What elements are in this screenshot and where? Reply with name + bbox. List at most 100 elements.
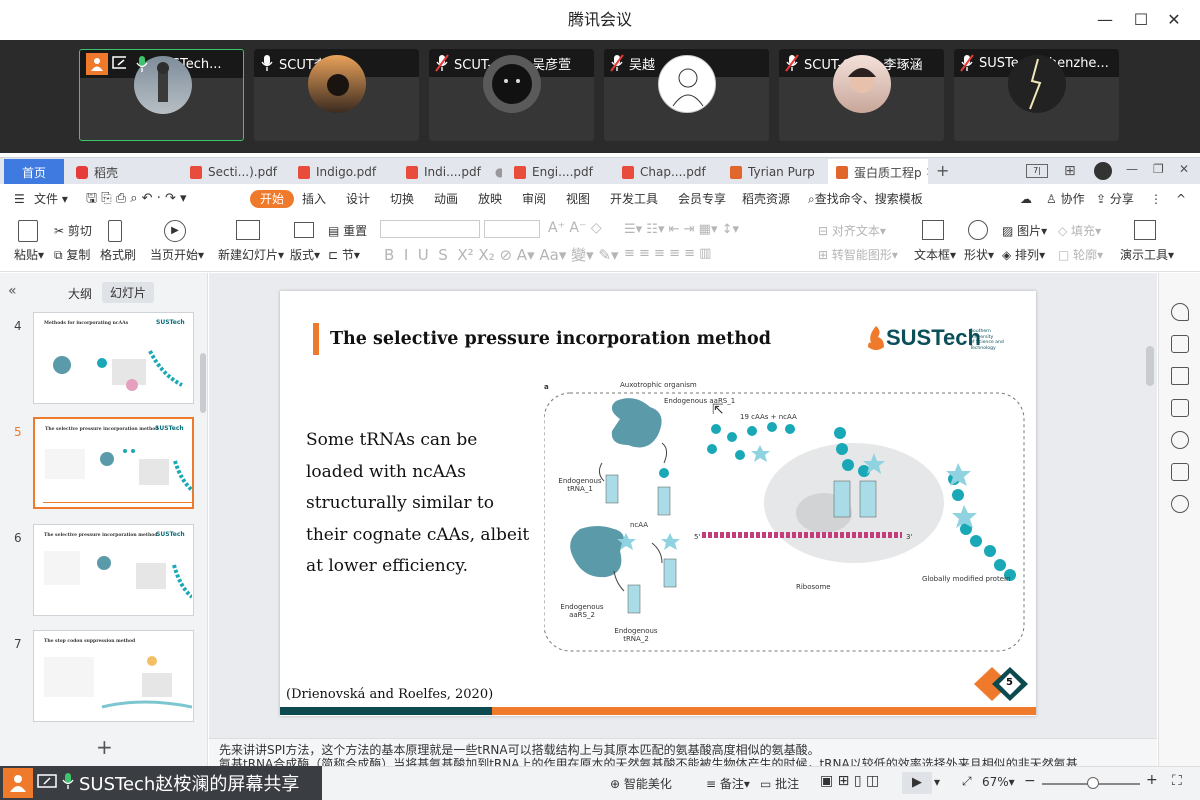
notes-toggle-button[interactable]: ≡ 备注▾ <box>706 775 750 792</box>
settings-icon[interactable] <box>1171 335 1189 353</box>
collapse-panel-icon[interactable]: « <box>8 283 17 299</box>
tab-document[interactable]: Tyrian Purp <box>722 159 824 185</box>
textbox-button[interactable]: 文本框▾ <box>914 246 956 263</box>
add-slide-button[interactable]: + <box>96 735 113 759</box>
participant-tile[interactable]: SUSTech... <box>79 49 244 141</box>
backup-icon[interactable] <box>1171 495 1189 513</box>
zoom-out-icon[interactable]: − <box>1024 773 1036 789</box>
share-button[interactable]: ⇪ 分享 <box>1096 184 1134 214</box>
slide[interactable]: The selective pressure incorporation met… <box>280 291 1036 716</box>
tab-document[interactable]: Chap....pdf <box>614 159 718 185</box>
menu-design[interactable]: 设计 <box>346 184 370 214</box>
minimize-icon[interactable]: — <box>1126 162 1138 176</box>
arrange-button[interactable]: ◈ 排列▾ <box>1002 246 1045 263</box>
menu-developer[interactable]: 开发工具 <box>610 184 658 214</box>
minimize-button[interactable]: — <box>1091 8 1119 32</box>
fullscreen-icon[interactable]: ⛶ <box>1172 773 1182 789</box>
participant-tile[interactable]: SCUT-China 李琢涵 <box>779 49 944 141</box>
tab-slides[interactable]: 幻灯片 <box>102 282 155 303</box>
menu-animation[interactable]: 动画 <box>434 184 458 214</box>
paragraph-align-icons[interactable]: ≡ ≡ ≡ ≡ ≡ ▥ <box>624 246 711 261</box>
font-size-select[interactable] <box>484 220 540 238</box>
font-style-icons[interactable]: B I U S X² X₂ ⊘ A▾ Aa▾ 變▾ ✎▾ <box>384 244 619 265</box>
slides-icon[interactable] <box>1171 399 1189 417</box>
menu-view[interactable]: 视图 <box>566 184 590 214</box>
collapse-ribbon-icon[interactable]: ^ <box>1176 184 1186 214</box>
tab-document[interactable]: Indi....pdf ● <box>398 159 502 185</box>
panel-scrollbar[interactable] <box>200 353 206 413</box>
menu-transition[interactable]: 切换 <box>390 184 414 214</box>
layout-icon[interactable]: 7| <box>1026 164 1048 178</box>
view-mode-icons[interactable]: ▣ ⊞ ▯ ◫ <box>820 773 879 789</box>
picture-button[interactable]: ▨ 图片▾ <box>1002 222 1047 239</box>
font-grow-shrink-icons[interactable]: A⁺ A⁻ ◇ <box>548 220 602 236</box>
fit-window-icon[interactable]: ⤢ <box>962 774 972 789</box>
new-slide-button[interactable]: 新建幻灯片▾ <box>218 246 284 263</box>
paste-button[interactable]: 粘贴▾ <box>14 246 44 263</box>
cut-button[interactable]: ✂ 剪切 <box>54 222 92 239</box>
comment-button[interactable]: ▭ 批注 <box>760 775 799 792</box>
menu-member[interactable]: 会员专享 <box>678 184 726 214</box>
rocket-icon[interactable] <box>1171 303 1189 321</box>
more-icon[interactable]: ⋮ <box>1150 184 1162 214</box>
account-avatar[interactable] <box>1094 162 1112 180</box>
menu-home[interactable]: 开始 <box>250 190 295 208</box>
canvas-scrollbar[interactable] <box>1146 346 1154 386</box>
menu-file[interactable]: 文件 ▾ <box>34 184 68 214</box>
layout-button[interactable]: 版式▾ <box>290 246 320 263</box>
fill-button[interactable]: ◇ 填充▾ <box>1058 222 1101 239</box>
hamburger-icon[interactable]: ☰ <box>14 184 25 214</box>
play-dropdown-icon[interactable]: ▾ <box>934 775 940 789</box>
font-name-select[interactable] <box>380 220 480 238</box>
participant-tile[interactable]: SUSTech_Shenzhe... <box>954 49 1119 141</box>
tab-document[interactable]: Indigo.pdf <box>290 159 394 185</box>
tab-document-active[interactable]: 蛋白质工程p ✕ <box>828 159 928 185</box>
present-tools-button[interactable]: 演示工具▾ <box>1120 246 1174 263</box>
new-tab-button[interactable]: + <box>936 161 949 180</box>
menu-docer[interactable]: 稻壳资源 <box>742 184 790 214</box>
restore-icon[interactable]: ❐ <box>1153 162 1164 176</box>
list-icons[interactable]: ☰▾ ☷▾ ⇤ ⇥ ▦▾ ↕▾ <box>624 222 739 237</box>
quick-access-icons[interactable]: 🖫 ⎘ ⎙ ⌕ ↶ · ↷ ▾ <box>86 184 187 214</box>
tab-document[interactable]: Secti...).pdf <box>182 159 286 185</box>
menu-review[interactable]: 审阅 <box>522 184 546 214</box>
help-icon[interactable] <box>1171 431 1189 449</box>
reset-button[interactable]: ▤ 重置 <box>328 222 367 239</box>
align-text-button[interactable]: ⊟ 对齐文本▾ <box>818 222 886 239</box>
participant-tile[interactable]: SCUT李函临 <box>254 49 419 141</box>
notes-pane[interactable]: 先来讲讲SPI方法，这个方法的基本原理就是一些tRNA可以搭载结构上与其原本匹配… <box>209 738 1157 766</box>
collab-button[interactable]: ♙ 协作 <box>1046 184 1085 214</box>
command-search[interactable]: ⌕查找命令、搜索模板 <box>808 184 923 214</box>
close-tab-icon[interactable]: ✕ <box>926 165 928 179</box>
screen-share-banner[interactable]: SUSTech赵桉澜的屏幕共享 <box>0 766 322 800</box>
menu-insert[interactable]: 插入 <box>302 184 326 214</box>
start-current-button[interactable]: 当页开始▾ <box>150 246 204 263</box>
play-slideshow-button[interactable]: ▶ <box>902 772 932 794</box>
close-button[interactable]: ✕ <box>1160 8 1188 32</box>
tab-outline[interactable]: 大纲 <box>68 285 92 302</box>
section-button[interactable]: ⊏ 节▾ <box>328 246 360 263</box>
shape-button[interactable]: 形状▾ <box>964 246 994 263</box>
zoom-level[interactable]: 67%▾ <box>982 775 1015 789</box>
slide-thumbnail[interactable]: The selective pressure incorporation met… <box>33 524 194 616</box>
zoom-slider-knob[interactable] <box>1086 777 1099 789</box>
close-icon[interactable]: ✕ <box>1179 162 1189 176</box>
star-icon[interactable] <box>1171 367 1189 385</box>
slide-thumbnail-selected[interactable]: The selective pressure incorporation met… <box>33 417 194 509</box>
outline-button[interactable]: □ 轮廓▾ <box>1058 246 1103 263</box>
participant-tile[interactable]: 吴越 <box>604 49 769 141</box>
smart-beautify-button[interactable]: ⊕ 智能美化 <box>610 775 672 792</box>
slide-thumbnail[interactable]: The stop codon suppression method <box>33 630 194 722</box>
participant-tile[interactable]: SCUT-china-吴彦萱 <box>429 49 594 141</box>
cloud-sync-icon[interactable]: ☁ <box>1020 184 1032 214</box>
maximize-button[interactable]: ☐ <box>1127 8 1155 32</box>
tab-home[interactable]: 首页 <box>4 159 64 185</box>
lock-icon[interactable] <box>1171 463 1189 481</box>
zoom-in-icon[interactable]: + <box>1146 772 1158 788</box>
menu-slideshow[interactable]: 放映 <box>478 184 502 214</box>
slide-thumbnail[interactable]: Methods for incorporating ncAAs SUSTech <box>33 312 194 404</box>
tab-docer[interactable]: 稻壳 <box>68 159 178 185</box>
grid-icon[interactable]: ⊞ <box>1064 163 1076 179</box>
format-painter-button[interactable]: 格式刷 <box>100 246 136 263</box>
copy-button[interactable]: ⧉ 复制 <box>54 246 90 263</box>
